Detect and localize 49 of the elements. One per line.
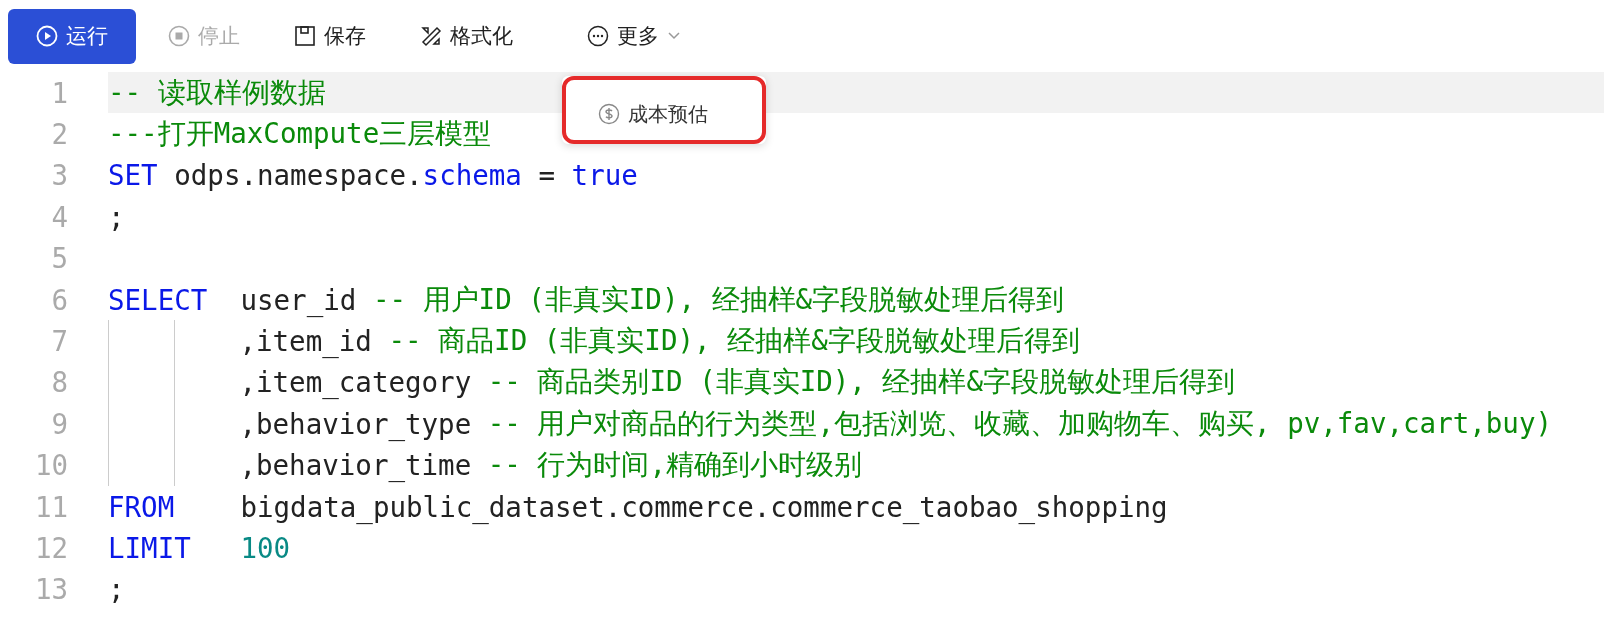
code-token: SELECT [108, 283, 209, 316]
line-number: 10 [33, 449, 68, 482]
code-token: FROM [108, 490, 176, 523]
code-token: SET [108, 159, 158, 192]
code-token: -- 用户对商品的行为类型,包括浏览、收藏、加购物车、购买, pv,fav,cart,buy) [487, 405, 1553, 441]
line-number: 9 [50, 407, 68, 440]
play-icon [36, 25, 58, 47]
code-token: -- 行为时间,精确到小时级别 [487, 447, 863, 483]
code-token: -- 读取样例数据 [108, 74, 326, 110]
code-token: user_id [240, 283, 358, 316]
code-token: -- 商品类别ID (非真实ID), 经抽样&字段脱敏处理后得到 [487, 364, 1236, 400]
line-number: 3 [50, 159, 68, 192]
code-token: bigdata_public_dataset.commerce.commerce_taobao_shopping [240, 490, 1168, 523]
ruler-pencil-icon [420, 25, 442, 47]
code-token: 100 [240, 532, 291, 564]
code-token: = [537, 159, 557, 192]
line-number: 12 [33, 532, 68, 564]
line-number: 13 [33, 573, 68, 606]
line-number: 8 [50, 366, 68, 399]
code-token: ,behavior_type [239, 407, 473, 440]
stop-icon [168, 25, 190, 47]
code-token: ; [108, 200, 125, 233]
line-number: 7 [50, 325, 68, 358]
line-number: 4 [50, 200, 68, 233]
format-button[interactable]: 格式化 [398, 8, 535, 64]
code-token: true [571, 159, 638, 192]
line-number: 5 [50, 242, 68, 275]
line-number: 1 [50, 76, 68, 109]
code-token: ,item_category [239, 366, 473, 399]
chevron-down-icon [667, 31, 681, 41]
line-number: 11 [33, 490, 68, 523]
code-token: odps.namespace. [173, 159, 423, 192]
line-number: 6 [50, 283, 68, 316]
code-token: LIMIT [108, 532, 192, 564]
run-button[interactable]: 运行 [8, 8, 136, 64]
code-token: -- 商品ID (非真实ID), 经抽样&字段脱敏处理后得到 [388, 323, 1080, 359]
code-token: ,behavior_time [239, 449, 473, 482]
more-button[interactable]: 更多 [565, 8, 703, 64]
dollar-icon [598, 103, 620, 125]
line-number: 2 [50, 118, 68, 151]
code-token: ---打开MaxCompute三层模型 [108, 116, 492, 152]
more-icon [587, 25, 609, 47]
code-token: schema [422, 159, 522, 192]
save-icon [294, 25, 316, 47]
code-token: -- 用户ID (非真实ID), 经抽样&字段脱敏处理后得到 [372, 281, 1065, 317]
code-token: ; [108, 573, 125, 606]
menu-item[interactable]: 成本预估 [562, 76, 766, 144]
save-button[interactable]: 保存 [272, 8, 388, 64]
code-token: ,item_id [239, 325, 373, 358]
